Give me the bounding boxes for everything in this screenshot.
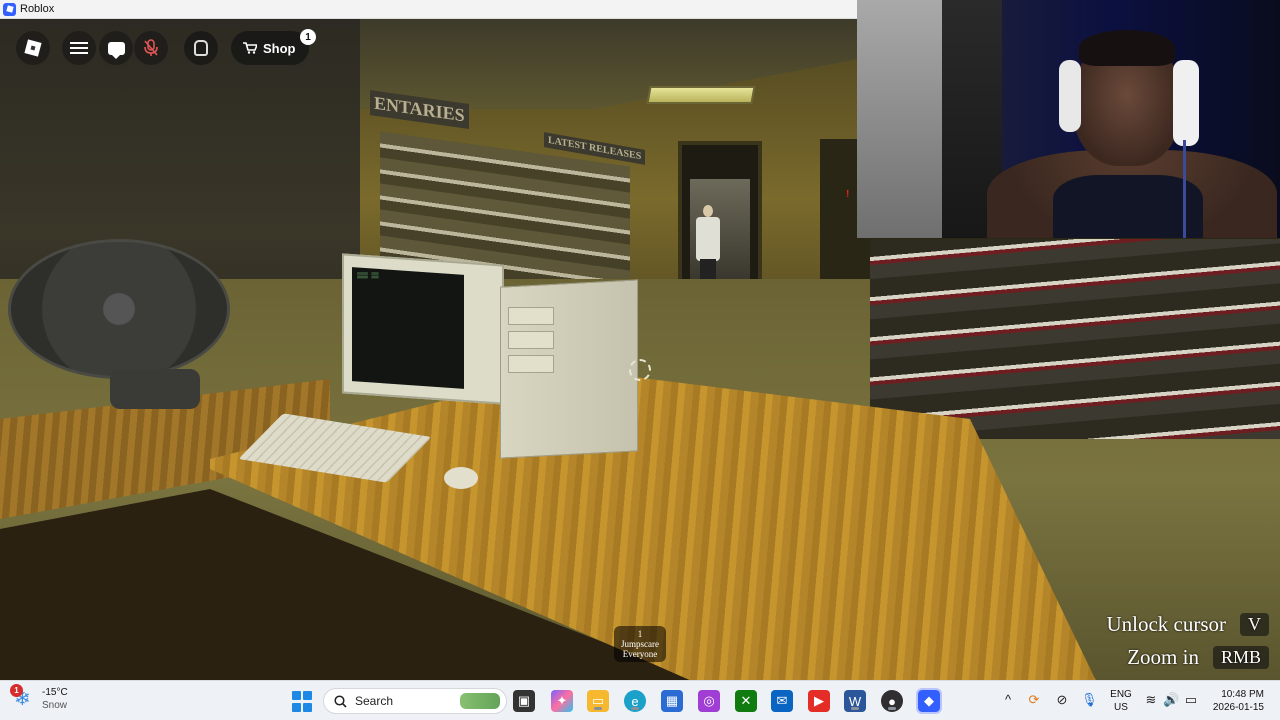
backpack-icon [194, 40, 208, 56]
battery-icon[interactable]: ▭ [1183, 692, 1199, 708]
computer-mouse [444, 467, 478, 489]
backpack-button[interactable] [184, 31, 218, 65]
cart-icon [243, 42, 257, 54]
unlock-cursor-hint: Unlock cursor V [1106, 612, 1269, 637]
headset-cable [1183, 140, 1186, 238]
snow-icon: ❄ 1 [10, 684, 36, 710]
search-highlight-art [460, 693, 500, 709]
shop-label: Shop [263, 40, 296, 56]
location-off-icon[interactable]: ⊘ [1054, 692, 1070, 708]
outlook-icon[interactable]: ✉ [771, 690, 793, 712]
search-placeholder: Search [355, 694, 394, 708]
desk-fan [8, 239, 230, 379]
input-language-top: ENG [1110, 689, 1132, 700]
obs-icon[interactable]: ● [881, 690, 903, 712]
chat-button[interactable] [99, 31, 133, 65]
headset-right-cup [1173, 60, 1199, 146]
roblox-logo-icon [24, 39, 42, 57]
hamburger-menu-button[interactable] [62, 31, 96, 65]
roblox-menu-button[interactable] [16, 31, 50, 65]
weather-condition: Snow [42, 700, 68, 711]
streamer-shirt [1053, 175, 1203, 238]
input-language-bottom: US [1114, 702, 1128, 713]
ceiling-light [646, 86, 756, 104]
unlock-cursor-label: Unlock cursor [1106, 612, 1226, 636]
unlock-cursor-key: V [1240, 613, 1269, 636]
roblox-icon [3, 2, 16, 16]
task-view-icon[interactable]: ▣ [513, 690, 535, 712]
streamer-hair [1079, 30, 1175, 66]
weather-temperature: -15°C [42, 687, 68, 698]
weather-alert-badge: 1 [10, 684, 23, 697]
hamburger-menu-icon [70, 42, 88, 54]
mic-toggle-button[interactable] [134, 31, 168, 65]
search-icon [334, 694, 347, 708]
start-button[interactable] [291, 690, 313, 712]
word-icon[interactable]: W [844, 690, 866, 712]
microsoft-store-icon[interactable]: ▦ [661, 690, 683, 712]
shop-notification-badge: 1 [300, 29, 316, 45]
shop-button[interactable]: Shop [231, 31, 309, 65]
weather-text: -15°C Snow [42, 686, 68, 712]
pc-tower-drive-bay [508, 331, 554, 349]
xbox-icon[interactable]: ✕ [735, 690, 757, 712]
headset-left-cup [1059, 60, 1081, 132]
scene-right-shelves [870, 239, 1280, 439]
app-purple-icon[interactable]: ◎ [698, 690, 720, 712]
pc-tower-drive-bay [508, 307, 554, 325]
system-clock[interactable]: 10:48 PM 2026-01-15 [1208, 688, 1264, 714]
webcam-overlay [857, 0, 1280, 238]
jumpscare-sublabel: Everyone [622, 649, 658, 659]
pc-tower-drive-bay [508, 355, 554, 373]
microphone-icon[interactable]: 🎙 [1081, 692, 1098, 708]
volume-icon[interactable]: 🔊 [1163, 692, 1179, 708]
show-hidden-icons-chevron-icon[interactable]: ^ [1000, 692, 1016, 708]
file-explorer-icon[interactable]: ▭ [587, 690, 609, 712]
zoom-in-label: Zoom in [1127, 645, 1199, 669]
weather-widget[interactable]: ❄ 1 -15°C Snow [10, 684, 68, 712]
red-indicator: ! [846, 189, 850, 200]
copilot-icon[interactable]: ✦ [551, 690, 573, 712]
clock-date: 2026-01-15 [1212, 702, 1264, 713]
zoom-in-key: RMB [1212, 646, 1269, 669]
npc-body [696, 217, 720, 261]
crosshair-icon [629, 359, 651, 381]
zoom-in-hint: Zoom in RMB [1127, 645, 1269, 670]
sync-icon[interactable]: ⟳ [1026, 692, 1042, 708]
jumpscare-label: Jumpscare [621, 639, 659, 649]
crt-monitor-text: ▒▒▒ ▒▒ [357, 272, 379, 279]
input-language[interactable]: ENG US [1108, 688, 1134, 714]
taskbar-search[interactable]: Search [323, 688, 507, 714]
webcam-background-wall [857, 0, 942, 238]
chat-bubble-icon [107, 41, 125, 59]
microphone-muted-icon [144, 39, 158, 56]
desk-fan-base [110, 369, 200, 409]
clock-time: 10:48 PM [1221, 689, 1264, 700]
windows-taskbar: ❄ 1 -15°C Snow Search ▣ ✦ ▭ e ▦ ◎ ✕ ✉ ▶ … [0, 680, 1280, 720]
wifi-icon[interactable]: ≋ [1143, 692, 1159, 708]
window-title: Roblox [20, 3, 55, 15]
roblox-taskbar-icon[interactable]: ◆ [916, 688, 942, 714]
youtube-icon[interactable]: ▶ [808, 690, 830, 712]
jumpscare-everyone-prompt[interactable]: 1 Jumpscare Everyone [614, 626, 666, 662]
jumpscare-count: 1 [637, 629, 643, 639]
crt-monitor-screen [352, 267, 464, 389]
edge-icon[interactable]: e [624, 690, 646, 712]
npc-head [703, 205, 713, 217]
